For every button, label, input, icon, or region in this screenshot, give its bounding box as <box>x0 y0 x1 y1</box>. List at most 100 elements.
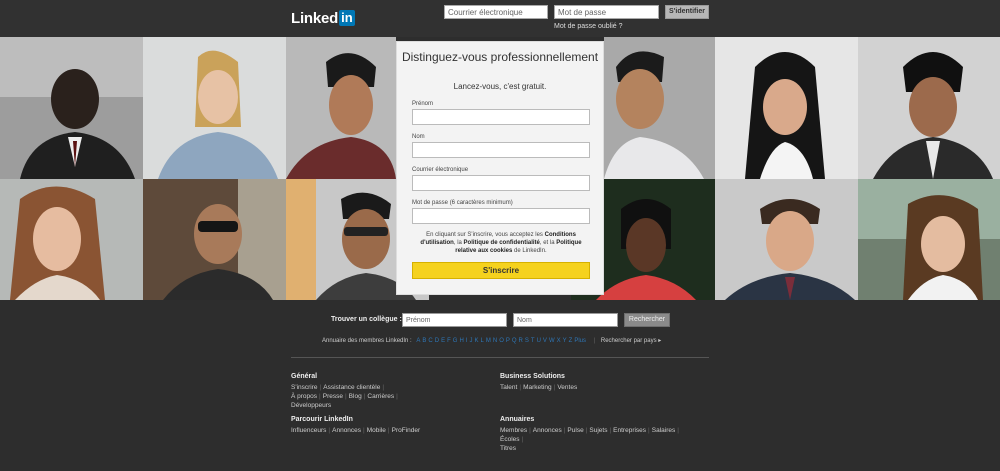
link-separator: | <box>363 427 365 434</box>
linkedin-logo[interactable]: Linked in <box>291 9 355 27</box>
find-first-name-input[interactable]: Prénom <box>402 313 507 327</box>
link-separator: | <box>344 393 347 400</box>
footer-browse-title: Parcourir LinkedIn <box>291 416 353 423</box>
footer-link[interactable]: Pulse <box>567 427 583 434</box>
footer-link[interactable]: Assistance clientèle <box>323 384 380 391</box>
directory-letter[interactable]: Y <box>563 338 567 344</box>
member-photo <box>143 37 286 179</box>
find-last-name-input[interactable]: Nom <box>513 313 618 327</box>
directory-letter[interactable]: W <box>549 338 555 344</box>
footer-general: Général S'inscrire | Assistance clientèle |… <box>291 373 491 410</box>
signup-card: Distinguez-vous professionnellement Lanc… <box>396 41 604 295</box>
directory-letter[interactable]: U <box>537 338 541 344</box>
footer-business: Business Solutions Talent | Marketing | Vent… <box>500 373 700 392</box>
header-password-input[interactable]: Mot de passe <box>554 5 659 19</box>
directory-letter[interactable]: F <box>447 338 451 344</box>
terms-suffix: de LinkedIn. <box>512 248 547 254</box>
directory-letter[interactable]: B <box>422 338 426 344</box>
password-input[interactable] <box>412 208 590 224</box>
terms-separator: , et la <box>539 240 557 246</box>
directory-letter[interactable]: O <box>499 338 504 344</box>
directory-letter[interactable]: R <box>519 338 523 344</box>
directory-letter[interactable]: A <box>416 338 420 344</box>
directory-letter-more[interactable]: Plus <box>574 338 586 344</box>
link-separator: | <box>563 427 566 434</box>
link-separator: | <box>387 427 390 434</box>
footer-link[interactable]: Titres <box>500 445 516 452</box>
privacy-policy-link[interactable]: Politique de confidentialité <box>464 240 540 246</box>
footer-general-title: Général <box>291 373 318 380</box>
signup-button[interactable]: S'inscrire <box>412 262 590 279</box>
directory-letter[interactable]: P <box>506 338 510 344</box>
directory-letter[interactable]: T <box>531 338 535 344</box>
link-separator: | <box>677 427 679 434</box>
member-photo <box>0 37 143 179</box>
footer-link[interactable]: Ventes <box>557 384 577 391</box>
footer-link[interactable]: Presse <box>323 393 343 400</box>
signup-title: Distinguez-vous professionnellement <box>401 50 599 64</box>
link-separator: | <box>319 393 321 400</box>
top-bar: Linked in Courrier électronique Mot de pa… <box>0 0 1000 37</box>
member-photo <box>0 179 143 300</box>
footer-link[interactable]: Carrières <box>367 393 394 400</box>
footer-link[interactable]: Mobile <box>367 427 386 434</box>
directory-letter[interactable]: X <box>557 338 561 344</box>
footer-browse: Parcourir LinkedIn Influenceurs | Annonces… <box>291 416 491 435</box>
directory-letter[interactable]: D <box>435 338 439 344</box>
directory-letter[interactable]: E <box>441 338 445 344</box>
password-label: Mot de passe (6 caractères minimum) <box>412 200 513 206</box>
directory-letter[interactable]: N <box>493 338 497 344</box>
header-email-input[interactable]: Courrier électronique <box>444 5 548 19</box>
directory-label: Annuaire des membres LinkedIn : <box>322 338 412 344</box>
member-photo <box>604 37 715 179</box>
link-separator: | <box>519 384 522 391</box>
directory-letter[interactable]: J <box>469 338 472 344</box>
directory-letter[interactable]: Q <box>512 338 517 344</box>
footer-link[interactable]: Sujets <box>589 427 607 434</box>
link-separator: | <box>553 384 556 391</box>
last-name-input[interactable] <box>412 142 590 158</box>
directory-separator: | <box>593 338 596 344</box>
footer-link[interactable]: Salaires <box>652 427 675 434</box>
signin-button[interactable]: S'identifier <box>665 5 709 19</box>
footer-link[interactable]: Annonces <box>332 427 361 434</box>
footer-link[interactable]: Marketing <box>523 384 552 391</box>
footer-link[interactable]: Talent <box>500 384 517 391</box>
directory-letter[interactable]: I <box>466 338 468 344</box>
directory-letter[interactable]: G <box>453 338 458 344</box>
directory-letter[interactable]: L <box>481 338 484 344</box>
directory-letter[interactable]: M <box>486 338 491 344</box>
email-input[interactable] <box>412 175 590 191</box>
directory-letter[interactable]: K <box>474 338 478 344</box>
footer-link[interactable]: Développeurs <box>291 402 331 409</box>
footer-link[interactable]: S'inscrire <box>291 384 318 391</box>
terms-prefix: En cliquant sur S'inscrire, vous accepte… <box>426 232 545 238</box>
footer-link[interactable]: Écoles <box>500 436 520 443</box>
directory-letter[interactable]: H <box>459 338 463 344</box>
directory-letter[interactable]: S <box>525 338 529 344</box>
member-photo <box>858 37 1000 179</box>
footer-link[interactable]: ProFinder <box>392 427 421 434</box>
directory-letter[interactable]: Z <box>569 338 573 344</box>
directory-letter[interactable]: C <box>428 338 432 344</box>
link-separator: | <box>328 427 331 434</box>
link-separator: | <box>319 384 322 391</box>
footer-link[interactable]: Membres <box>500 427 527 434</box>
member-photo <box>858 179 1000 300</box>
browse-by-country-link[interactable]: Rechercher par pays ▸ <box>601 338 661 344</box>
member-photo <box>715 179 858 300</box>
search-button[interactable]: Rechercher <box>624 313 670 327</box>
footer-link[interactable]: Influenceurs <box>291 427 326 434</box>
footer-link[interactable]: Entreprises <box>613 427 646 434</box>
footer-business-title: Business Solutions <box>500 373 565 380</box>
directory-letter[interactable]: V <box>543 338 547 344</box>
footer-link[interactable]: À propos <box>291 393 317 400</box>
footer-link[interactable]: Blog <box>349 393 362 400</box>
link-separator: | <box>648 427 650 434</box>
footer-divider <box>291 357 709 358</box>
directory-letters: A B C D E F G H I J K L M N O P Q R S T U V W X Y Z Plus <box>416 338 589 344</box>
forgot-password-link[interactable]: Mot de passe oublié ? <box>554 23 623 30</box>
email-label: Courrier électronique <box>412 167 469 173</box>
first-name-input[interactable] <box>412 109 590 125</box>
footer-link[interactable]: Annonces <box>533 427 562 434</box>
